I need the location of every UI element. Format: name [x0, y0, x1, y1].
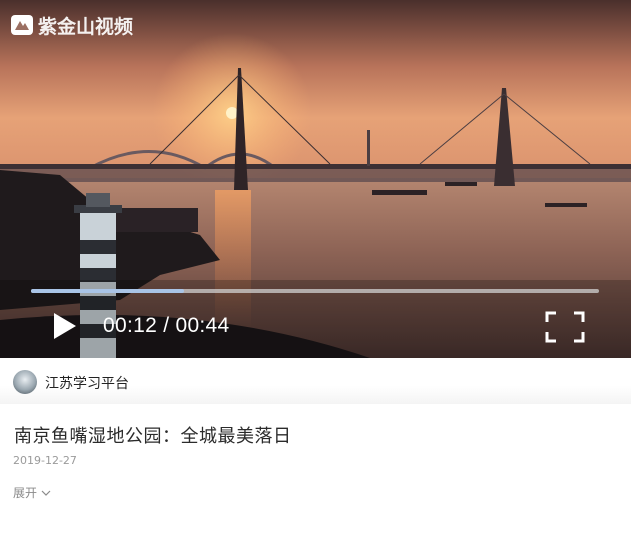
author-bar[interactable]: 江苏学习平台: [0, 358, 631, 404]
video-frame: [0, 0, 631, 358]
duration: 00:44: [175, 314, 230, 337]
time-display: 00:12 / 00:44: [103, 314, 230, 338]
video-watermark: 紫金山视频: [10, 12, 133, 38]
expand-button[interactable]: 展开: [13, 484, 51, 501]
zijinshan-logo-icon: [11, 15, 33, 35]
play-icon[interactable]: [50, 310, 80, 342]
current-time: 00:12: [103, 314, 158, 337]
fullscreen-icon[interactable]: [545, 311, 585, 343]
expand-label: 展开: [13, 486, 38, 500]
video-player[interactable]: 紫金山视频 00:12 / 00:44: [0, 0, 631, 358]
author-name[interactable]: 江苏学习平台: [45, 373, 129, 393]
avatar[interactable]: [13, 370, 37, 394]
time-separator: /: [157, 314, 176, 337]
watermark-text: 紫金山视频: [38, 15, 134, 38]
publish-date: 2019-12-27: [13, 454, 77, 467]
article-title: 南京鱼嘴湿地公园：全城最美落日: [14, 426, 292, 447]
progress-bar[interactable]: [31, 289, 599, 293]
chevron-down-icon: [41, 490, 51, 496]
progress-fill: [31, 289, 185, 293]
